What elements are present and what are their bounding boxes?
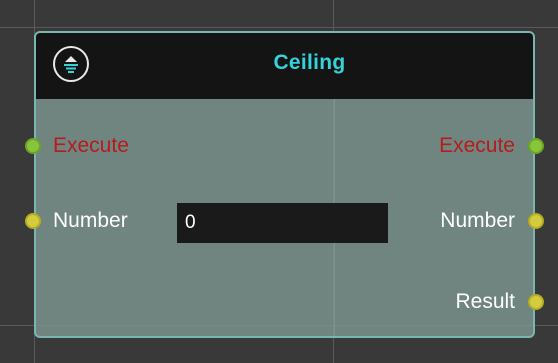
ceiling-node[interactable]: Ceiling Execute Number Execute Number Re… [25, 31, 544, 338]
input-execute-port[interactable] [25, 138, 41, 154]
output-number-label: Number [440, 209, 515, 232]
graph-canvas[interactable]: Ceiling Execute Number Execute Number Re… [0, 0, 558, 363]
input-number-port[interactable] [25, 213, 41, 229]
output-result-label: Result [455, 290, 515, 313]
node-header[interactable]: Ceiling [36, 33, 533, 99]
input-execute-label: Execute [53, 134, 129, 157]
output-execute-label: Execute [439, 134, 515, 157]
grid-line [0, 27, 558, 28]
number-input-field[interactable] [177, 203, 388, 243]
output-execute-port[interactable] [528, 138, 544, 154]
output-result-port[interactable] [528, 294, 544, 310]
node-title: Ceiling [273, 51, 346, 74]
output-number-port[interactable] [528, 213, 544, 229]
input-number-label: Number [53, 209, 128, 232]
